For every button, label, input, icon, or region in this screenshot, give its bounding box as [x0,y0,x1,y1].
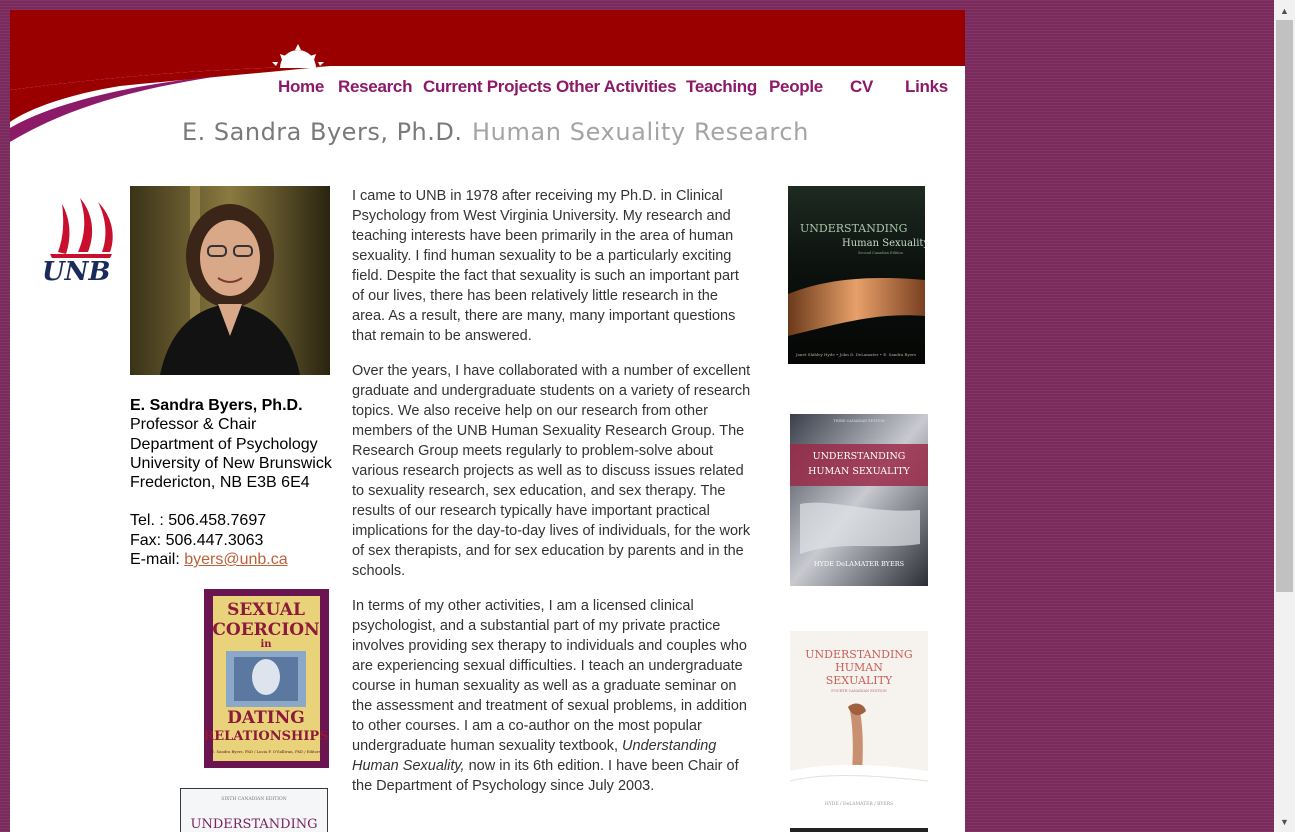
svg-text:UNDERSTANDING: UNDERSTANDING [800,222,907,235]
book-partial[interactable] [790,828,928,832]
book-understanding-third[interactable]: THIRD CANADIAN EDITION UNDERSTANDING HUM… [790,414,928,586]
contact-info: E. Sandra Byers, Ph.D. Professor & Chair… [130,396,345,569]
contact-department: Department of Psychology [130,435,318,453]
svg-text:SIXTH CANADIAN EDITION: SIXTH CANADIAN EDITION [221,796,286,802]
svg-text:HYDE DeLAMATER BYERS: HYDE DeLAMATER BYERS [814,560,904,568]
bio-paragraph-1: I came to UNB in 1978 after receiving my… [352,188,739,344]
page: Home Research Current Projects Other Act… [10,10,965,832]
svg-text:COERCION: COERCION [212,620,319,640]
svg-text:UNB: UNB [42,257,110,286]
svg-text:THIRD CANADIAN EDITION: THIRD CANADIAN EDITION [833,419,884,423]
contact-spacer [130,492,345,511]
svg-text:SEXUALITY: SEXUALITY [826,674,893,687]
vertical-scrollbar[interactable]: ▲ ▼ [1274,0,1295,832]
bio-paragraph-2: Over the years, I have collaborated with… [352,363,751,579]
bio-paragraph-3: In terms of my other activities, I am a … [352,596,754,796]
site-subtitle: Human Sexuality Research [472,118,809,146]
svg-text:FOURTH CANADIAN EDITION: FOURTH CANADIAN EDITION [831,689,886,693]
contact-name: E. Sandra Byers, Ph.D. [130,397,303,414]
svg-text:UNDERSTANDING: UNDERSTANDING [191,817,318,832]
svg-text:RELATIONSHIPS: RELATIONSHIPS [204,729,329,744]
contact-address: Fredericton, NB E3B 6E4 [130,474,310,492]
contact-university: University of New Brunswick [130,454,332,472]
nav-links[interactable]: Links [905,77,948,97]
svg-text:HUMAN: HUMAN [835,661,883,674]
scroll-up-icon[interactable]: ▲ [1274,0,1295,20]
svg-text:Janet Shibley Hyde • John D. D: Janet Shibley Hyde • John D. DeLamater •… [795,352,916,357]
nav-current-projects[interactable]: Current Projects [423,77,552,97]
book-sexual-coercion[interactable]: SEXUAL COERCION in DATING RELATIONSHIPS … [204,589,329,768]
email-label: E-mail: [130,551,185,569]
scroll-down-icon[interactable]: ▼ [1274,812,1295,832]
unb-logo: UNB [42,198,113,286]
email-link[interactable]: byers@unb.ca [184,551,287,568]
svg-text:Human Sexuality: Human Sexuality [842,238,925,249]
contact-title: Professor & Chair [130,416,257,434]
svg-text:HYDE / DeLAMATER / BYERS: HYDE / DeLAMATER / BYERS [825,801,893,807]
svg-text:Second Canadian Edition: Second Canadian Edition [858,251,904,255]
book-understanding-sixth[interactable]: SIXTH CANADIAN EDITION UNDERSTANDING [180,788,328,832]
nav-home[interactable]: Home [278,77,324,97]
site-name: E. Sandra Byers, Ph.D. [182,118,463,146]
nav-other-activities[interactable]: Other Activities [556,77,677,97]
portrait-photo [130,186,330,375]
scroll-thumb[interactable] [1276,20,1293,592]
nav-research[interactable]: Research [338,77,412,97]
contact-email-row: E-mail: byers@unb.ca [130,550,345,569]
book-understanding-second[interactable]: UNDERSTANDING Human Sexuality Second Can… [788,186,925,364]
main-nav: Home Research Current Projects Other Act… [10,10,965,120]
svg-text:UNDERSTANDING: UNDERSTANDING [813,451,906,462]
svg-text:in: in [260,639,272,650]
svg-text:DATING: DATING [227,708,305,728]
book-understanding-fourth[interactable]: UNDERSTANDING HUMAN SEXUALITY FOURTH CAN… [790,631,928,810]
svg-text:HUMAN SEXUALITY: HUMAN SEXUALITY [808,466,910,477]
svg-text:SEXUAL: SEXUAL [227,600,305,620]
bio-text: I came to UNB in 1978 after receiving my… [352,186,754,811]
contact-fax: Fax: 506.447.3063 [130,531,264,549]
nav-people[interactable]: People [769,77,823,97]
contact-tel: Tel. : 506.458.7697 [130,512,267,530]
nav-cv[interactable]: CV [850,77,873,97]
svg-text:UNDERSTANDING: UNDERSTANDING [805,648,912,661]
nav-teaching[interactable]: Teaching [686,77,757,97]
bio-paragraph-3-text: In terms of my other activities, I am a … [352,598,747,754]
svg-text:E. Sandra Byers, PhD / Lucia F: E. Sandra Byers, PhD / Lucia F. O'Sulliv… [211,749,320,754]
